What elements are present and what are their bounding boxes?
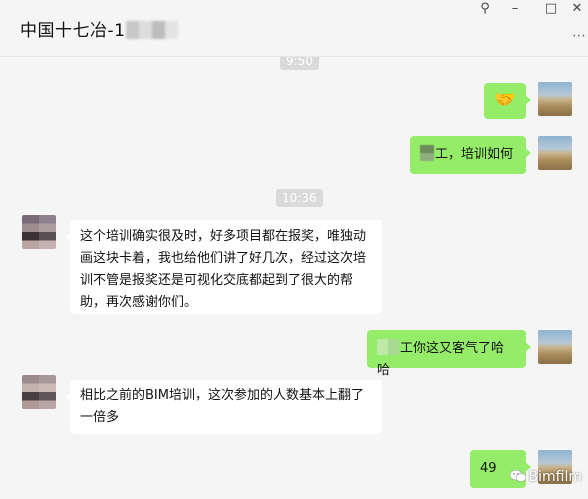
watermark: Bimfilm [509, 469, 582, 485]
message-text: 相比之前的BIM培训，这次参加的人数基本上翻了一倍多 [80, 388, 364, 425]
avatar-me[interactable] [538, 136, 572, 170]
message-bubble-outgoing[interactable]: 工你这又客气了哈哈 [367, 330, 531, 378]
minimize-icon[interactable]: – [504, 0, 526, 18]
avatar-contact[interactable] [22, 375, 56, 409]
timestamp: 10:36 [276, 189, 323, 207]
message-bubble-outgoing[interactable]: 工，培训如何 [410, 136, 531, 174]
chat-title-text: 中国十七冶-1 [20, 21, 126, 41]
message-bubble-incoming[interactable]: 相比之前的BIM培训，这次参加的人数基本上翻了一倍多 [65, 380, 382, 434]
maximize-icon[interactable]: □ [540, 0, 562, 18]
handshake-emoji: 🤝 [494, 90, 516, 110]
name-redaction [420, 145, 434, 161]
watermark-text: Bimfilm [528, 469, 582, 485]
title-redaction [126, 21, 179, 39]
name-redaction [377, 339, 399, 355]
message-bubble-incoming[interactable]: 这个培训确实很及时，好多项目都在报奖，唯独动画这块卡着，我也给他们讲了好几次，经… [65, 220, 382, 314]
timestamp: 9:50 [280, 57, 319, 70]
message-text: 工，培训如何 [435, 147, 514, 162]
more-options-icon[interactable]: ⋯ [572, 28, 586, 44]
avatar-me[interactable] [538, 82, 572, 116]
close-icon[interactable]: ✕ [566, 0, 588, 18]
message-text: 这个培训确实很及时，好多项目都在报奖，唯独动画这块卡着，我也给他们讲了好几次，经… [80, 229, 367, 310]
chat-title: 中国十七冶-1 [20, 16, 179, 41]
message-text: 49 [480, 461, 497, 476]
chat-area: 9:50 🤝 工，培训如何 10:36 这个培训确实很及时，好多项目都在报奖，唯… [0, 57, 588, 499]
pin-icon[interactable]: ⚲ [474, 0, 496, 18]
avatar-contact[interactable] [22, 215, 56, 249]
avatar-me[interactable] [538, 330, 572, 364]
message-bubble-outgoing[interactable]: 🤝 [484, 83, 531, 119]
title-bar: 中国十七冶-1 ⚲ – □ ✕ ⋯ [0, 0, 588, 57]
wechat-logo-icon [509, 469, 526, 482]
